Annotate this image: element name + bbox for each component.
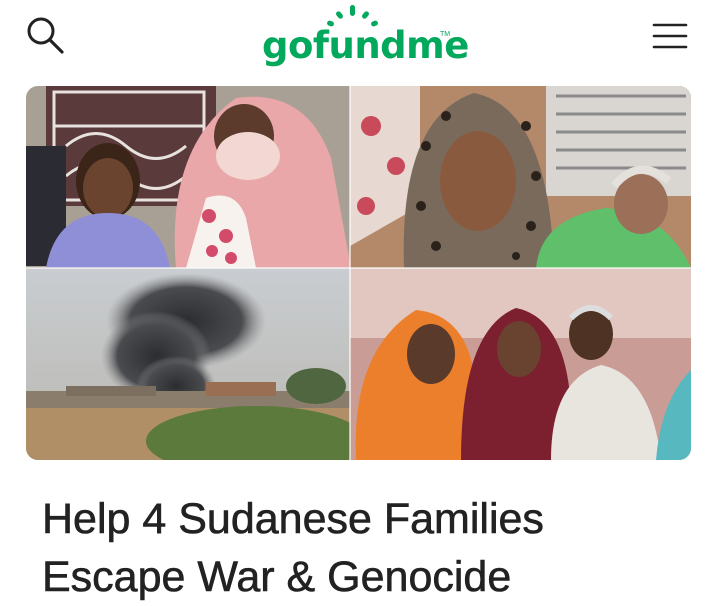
campaign-title-line-2: Escape War & Genocide — [42, 553, 512, 602]
campaign-hero-image[interactable] — [26, 86, 691, 460]
campaign-title: Help 4 Sudanese Families Escape War & Ge… — [42, 490, 682, 606]
gofundme-logo[interactable]: gofundme TM — [262, 2, 469, 70]
campaign-title-line-1: Help 4 Sudanese Families — [42, 495, 545, 544]
hamburger-menu-icon — [652, 23, 688, 49]
photo-family-2 — [350, 86, 691, 268]
photo-collage — [26, 86, 691, 460]
site-header: gofundme TM — [0, 0, 707, 82]
photo-smoke — [26, 268, 366, 460]
menu-button[interactable] — [646, 16, 692, 56]
search-icon — [27, 17, 64, 54]
logo-wordmark: gofundme — [262, 24, 469, 67]
photo-family-1 — [26, 86, 351, 268]
search-button[interactable] — [24, 14, 68, 58]
trademark-mark: TM — [440, 31, 451, 38]
photo-family-3 — [350, 268, 691, 460]
